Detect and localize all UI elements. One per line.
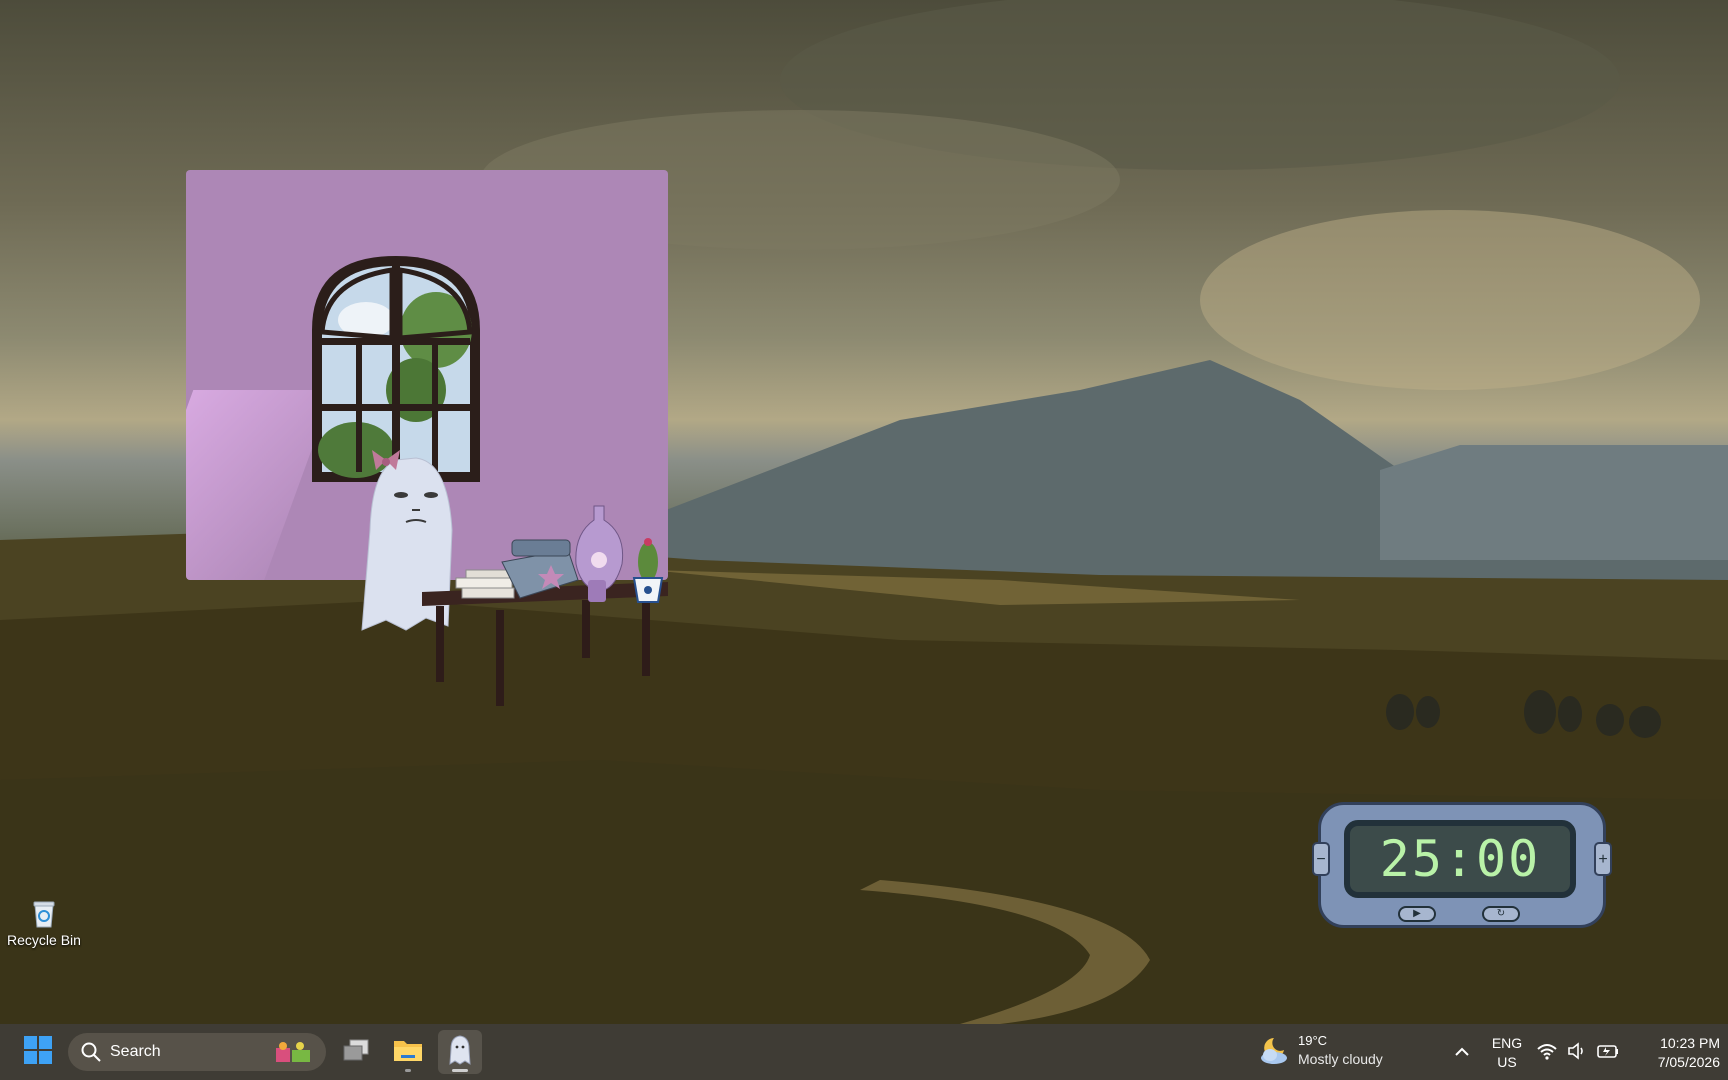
language-indicator[interactable]: ENG US [1484, 1034, 1530, 1072]
running-indicator [405, 1069, 411, 1072]
timer-reset-button[interactable]: ↻ [1482, 906, 1520, 922]
search-highlight-icon [274, 1040, 314, 1064]
cactus-illustration [632, 538, 664, 603]
language-code: ENG [1491, 1035, 1523, 1051]
start-button[interactable] [18, 1024, 58, 1080]
windows-logo-icon [24, 1035, 52, 1069]
ghost-room-widget[interactable] [186, 170, 668, 706]
clock-date: 7/05/2026 [1657, 1054, 1720, 1070]
desk-illustration [422, 582, 668, 706]
timer-decrease-button[interactable]: − [1312, 842, 1330, 876]
window-illustration [312, 256, 480, 482]
books-illustration [455, 569, 515, 599]
task-view-icon [342, 1038, 370, 1067]
recycle-bin-icon [32, 900, 56, 928]
search-placeholder: Search [110, 1043, 161, 1060]
partly-cloudy-night-icon [1258, 1034, 1290, 1066]
active-indicator [452, 1069, 468, 1072]
desktop-icon-recycle-bin[interactable]: Recycle Bin [4, 900, 84, 948]
region-code: US [1497, 1054, 1517, 1070]
system-tray[interactable] [1536, 1040, 1618, 1062]
pomodoro-timer-widget: − + 25:00 ▶ ↻ [1312, 802, 1612, 928]
weather-condition: Mostly cloudy [1298, 1051, 1383, 1067]
timer-increase-button[interactable]: + [1594, 842, 1612, 876]
wifi-icon [1536, 1040, 1558, 1062]
taskbar: Search 19°C Mostly cloudy ENG US 10:23 P… [0, 1024, 1728, 1080]
chevron-up-icon [1450, 1047, 1474, 1068]
clock-time: 10:23 PM [1660, 1035, 1720, 1051]
taskbar-clock[interactable]: 10:23 PM 7/05/2026 [1630, 1034, 1720, 1072]
timer-display: 25:00 [1344, 820, 1576, 898]
show-hidden-icons-button[interactable] [1450, 1040, 1474, 1064]
folder-icon [393, 1037, 423, 1068]
taskbar-task-view-button[interactable] [334, 1030, 378, 1074]
taskbar-weather-widget[interactable]: 19°C Mostly cloudy [1258, 1032, 1383, 1068]
taskbar-ghost-app-button[interactable] [438, 1030, 482, 1074]
timer-play-button[interactable]: ▶ [1398, 906, 1436, 922]
weather-temperature: 19°C [1298, 1033, 1328, 1048]
ghost-icon [449, 1034, 471, 1070]
battery-icon [1596, 1040, 1618, 1062]
taskbar-file-explorer-button[interactable] [386, 1030, 430, 1074]
search-icon [80, 1041, 102, 1063]
volume-icon [1566, 1040, 1588, 1062]
desktop-icon-label: Recycle Bin [7, 932, 81, 948]
taskbar-search-box[interactable]: Search [68, 1033, 326, 1071]
